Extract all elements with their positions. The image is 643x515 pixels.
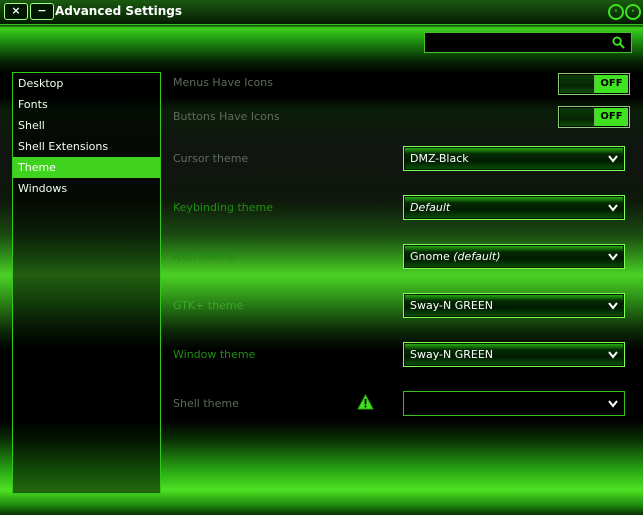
sidebar-item-theme[interactable]: Theme — [13, 157, 160, 178]
minimize-button[interactable]: − — [30, 3, 54, 20]
window-theme-dropdown[interactable]: Sway-N GREEN — [403, 342, 625, 367]
keybinding-theme-label: Keybinding theme — [173, 201, 273, 214]
chevron-down-icon — [608, 253, 618, 261]
cursor-theme-value: DMZ-Black — [410, 152, 469, 165]
window-theme-value: Sway-N GREEN — [410, 348, 494, 361]
sidebar-item-shell-extensions[interactable]: Shell Extensions — [13, 136, 160, 157]
window-title: Advanced Settings — [55, 4, 183, 18]
chevron-down-icon — [608, 302, 618, 310]
warning-icon[interactable] — [357, 394, 374, 410]
sidebar-item-shell[interactable]: Shell — [13, 115, 160, 136]
menus-have-icons-switch[interactable]: OFF — [558, 73, 630, 95]
category-sidebar: Desktop Fonts Shell Shell Extensions The… — [12, 72, 161, 494]
cursor-theme-dropdown[interactable]: DMZ-Black — [403, 146, 625, 171]
app-window: × − Advanced Settings · · Desktop Fonts … — [0, 0, 643, 515]
search-icon[interactable] — [612, 36, 625, 49]
titlebar: × − Advanced Settings · · — [0, 0, 643, 25]
window-theme-label: Window theme — [173, 348, 256, 361]
sidebar-item-desktop[interactable]: Desktop — [13, 73, 160, 94]
switch-knob — [560, 75, 595, 93]
switch-state: OFF — [595, 108, 628, 126]
search-box[interactable] — [424, 32, 632, 53]
shell-theme-dropdown[interactable] — [403, 391, 625, 416]
gtk-theme-value: Sway-N GREEN — [410, 299, 494, 312]
menus-have-icons-label: Menus Have Icons — [173, 76, 273, 89]
sidebar-item-fonts[interactable]: Fonts — [13, 94, 160, 115]
chevron-down-icon — [608, 400, 618, 408]
gtk-theme-label: GTK+ theme — [173, 299, 244, 312]
app-logo-icon: · — [625, 4, 641, 20]
close-button[interactable]: × — [4, 3, 28, 20]
icon-theme-name: Gnome — [410, 250, 450, 263]
keybinding-theme-value: Default — [410, 201, 451, 214]
buttons-have-icons-switch[interactable]: OFF — [558, 106, 630, 128]
buttons-have-icons-label: Buttons Have Icons — [173, 110, 280, 123]
sidebar-item-windows[interactable]: Windows — [13, 178, 160, 199]
chevron-down-icon — [608, 204, 618, 212]
gtk-theme-dropdown[interactable]: Sway-N GREEN — [403, 293, 625, 318]
app-logo-icon: · — [608, 4, 624, 20]
switch-state: OFF — [595, 75, 628, 93]
icon-theme-label: Icon theme — [173, 250, 236, 263]
cursor-theme-label: Cursor theme — [173, 152, 249, 165]
keybinding-theme-dropdown[interactable]: Default — [403, 195, 625, 220]
icon-theme-dropdown[interactable]: Gnome (default) — [403, 244, 625, 269]
chevron-down-icon — [608, 351, 618, 359]
chevron-down-icon — [608, 155, 618, 163]
shell-theme-label: Shell theme — [173, 397, 239, 410]
search-input[interactable] — [427, 34, 607, 52]
switch-knob — [560, 108, 595, 126]
icon-theme-value: Gnome (default) — [410, 250, 501, 263]
icon-theme-default-tag: (default) — [453, 250, 501, 263]
